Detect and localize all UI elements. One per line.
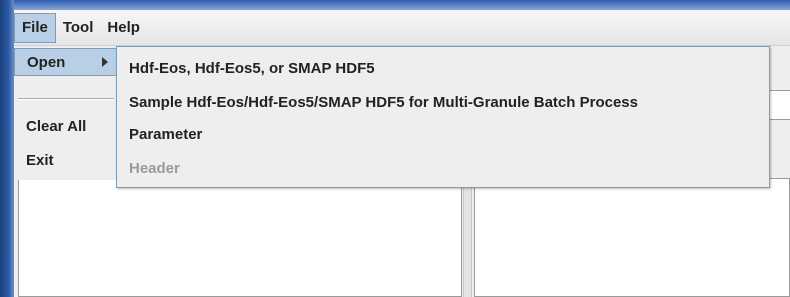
submenu-item-hdf-eos[interactable]: Hdf-Eos, Hdf-Eos5, or SMAP HDF5	[129, 55, 375, 81]
split-pane-divider[interactable]	[463, 178, 472, 297]
menu-item-exit[interactable]: Exit	[14, 146, 117, 174]
menu-tool[interactable]: Tool	[56, 13, 101, 43]
right-panel	[474, 178, 790, 297]
file-menu-dropdown: Open Clear All Exit	[14, 46, 117, 180]
menu-help[interactable]: Help	[100, 13, 147, 43]
submenu-arrow-icon	[102, 57, 108, 67]
window-client-area: File Tool Help Open Clear All Exit Hdf-E…	[14, 10, 790, 297]
left-panel	[18, 178, 462, 297]
menu-item-clear-all[interactable]: Clear All	[14, 112, 117, 140]
menu-file[interactable]: File	[14, 12, 56, 43]
open-submenu: Hdf-Eos, Hdf-Eos5, or SMAP HDF5 Sample H…	[116, 46, 770, 188]
submenu-item-parameter[interactable]: Parameter	[129, 121, 202, 147]
window-left-edge	[0, 0, 14, 297]
menu-item-open-label: Open	[27, 53, 66, 71]
window-title-bar-edge	[0, 0, 790, 10]
menu-bar: File Tool Help	[14, 10, 790, 46]
menu-item-open[interactable]: Open	[14, 48, 117, 76]
menu-separator	[18, 98, 114, 100]
submenu-item-header: Header	[129, 159, 180, 177]
application-window: File Tool Help Open Clear All Exit Hdf-E…	[0, 0, 790, 297]
submenu-item-sample-batch[interactable]: Sample Hdf-Eos/Hdf-Eos5/SMAP HDF5 for Mu…	[129, 89, 638, 115]
